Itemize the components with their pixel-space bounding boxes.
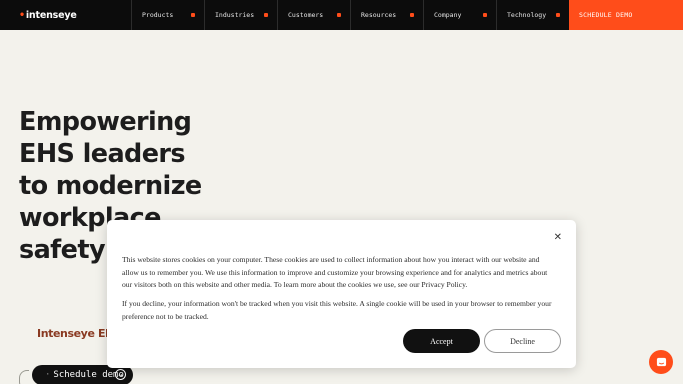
nav-item-company[interactable]: Company [423,0,496,30]
nav-item-customers[interactable]: Customers [277,0,350,30]
logo-text: intenseye [25,9,77,21]
nav-item-technology[interactable]: Technology [496,0,569,30]
cta-label: SCHEDULE DEMO [579,11,633,19]
cookie-description: This website stores cookies on your comp… [122,255,548,289]
nav-item-products[interactable]: Products [131,0,204,30]
dropdown-indicator-icon [556,13,560,17]
demo-button-label: Schedule demo [53,370,124,380]
dash-icon: · [45,370,51,380]
nav-item-label: Technology [507,11,547,19]
dropdown-indicator-icon [191,13,195,17]
hero-title-line: to modernize [19,171,202,201]
dropdown-indicator-icon [483,13,487,17]
hero-title-line: EHS leaders [19,139,186,169]
nav-item-label: Products [142,11,174,19]
close-icon[interactable]: ✕ [554,233,562,243]
dropdown-indicator-icon [410,13,414,17]
logo-mark: • [19,9,25,21]
nav-item-label: Customers [288,11,324,19]
nav-item-industries[interactable]: Industries [204,0,277,30]
decline-button[interactable]: Decline [484,329,561,353]
nav-item-resources[interactable]: Resources [350,0,423,30]
hero-title-line: Empowering [19,107,192,137]
decorative-bracket [19,370,29,384]
nav-item-label: Industries [215,11,255,19]
dropdown-indicator-icon [264,13,268,17]
arrow-right-icon: → [115,369,126,380]
chat-icon [656,357,666,366]
accept-button[interactable]: Accept [403,329,480,353]
nav-item-label: Company [434,11,462,19]
cookie-consent-dialog: ✕ This website stores cookies on your co… [107,220,576,368]
chat-launcher-button[interactable] [649,350,673,374]
schedule-demo-nav-button[interactable]: SCHEDULE DEMO [569,0,683,30]
top-navigation: • intenseye Products Industries Customer… [0,0,683,30]
dropdown-indicator-icon [337,13,341,17]
nav-item-label: Resources [361,11,397,19]
cookie-decline-note: If you decline, your information won't b… [122,299,552,321]
intenseye-logo[interactable]: • intenseye [0,0,131,30]
